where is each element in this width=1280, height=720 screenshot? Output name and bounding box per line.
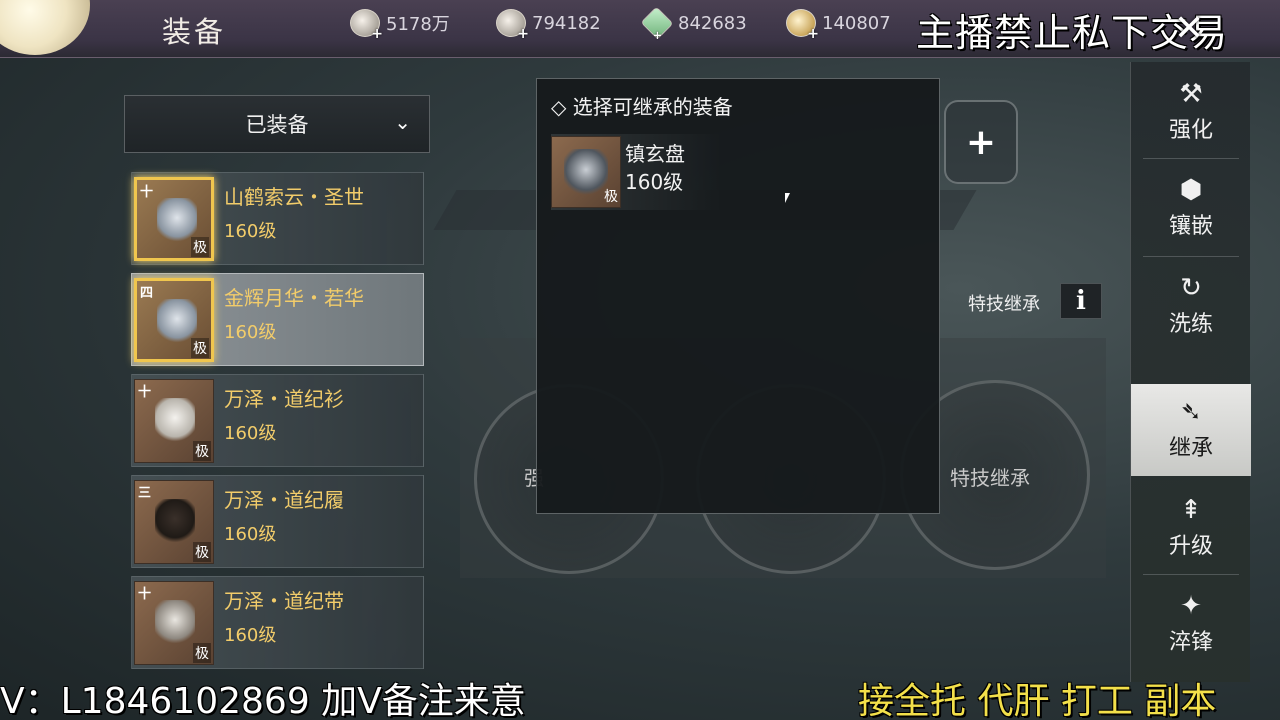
tier-badge: 四 xyxy=(140,286,154,301)
equipment-level: 160级 xyxy=(224,625,277,646)
equipped-filter-dropdown[interactable]: 已装备 ⌄ xyxy=(124,95,430,153)
moon-decoration xyxy=(0,0,90,55)
equipment-level: 160级 xyxy=(224,322,277,343)
refine-icon: ↻ xyxy=(1180,273,1202,303)
weapon-icon xyxy=(157,198,197,242)
sidebar-divider xyxy=(1143,158,1239,159)
robe-icon xyxy=(155,398,195,442)
currency-jade[interactable]: 842683 xyxy=(640,6,747,40)
page-title: 装备 xyxy=(162,15,227,49)
sidebar-item-upgrade[interactable]: ⇞ 升级 xyxy=(1131,482,1251,574)
sidebar-item-label: 继承 xyxy=(1168,436,1213,461)
sidebar-item-label: 淬锋 xyxy=(1168,630,1213,655)
currency-value: 140807 xyxy=(822,12,891,34)
boots-icon xyxy=(155,499,195,543)
equipment-name: 镇玄盘 xyxy=(625,142,685,166)
silver-ingot-icon xyxy=(496,9,529,42)
grade-badge: 极 xyxy=(193,542,211,562)
chevron-down-icon: ⌄ xyxy=(394,110,411,134)
info-icon[interactable]: i xyxy=(1060,283,1102,319)
filter-label: 已装备 xyxy=(245,113,309,137)
list-item[interactable]: 十 极 万泽・道纪带 160级 xyxy=(131,576,424,669)
equipment-name: 金辉月华・若华 xyxy=(224,286,364,310)
tier-badge: 十 xyxy=(138,587,152,602)
gold-ingot-icon xyxy=(786,9,819,42)
sidebar: ⚒ 强化 ⬢ 镶嵌 ↻ 洗练 ➴ 继承 ⇞ 升级 ✦ 淬锋 xyxy=(1130,62,1251,682)
currency-value: 842683 xyxy=(678,12,747,34)
mouse-cursor-icon xyxy=(785,193,790,203)
add-equipment-slot[interactable]: + xyxy=(944,100,1018,184)
sidebar-item-label: 洗练 xyxy=(1168,312,1213,337)
belt-icon xyxy=(155,600,195,644)
stream-service-overlay: 接全托 代肝 打工 副本 xyxy=(858,681,1217,720)
currency-value: 5178万 xyxy=(386,14,450,35)
sidebar-divider xyxy=(1143,574,1239,575)
popup-equipment-entry[interactable]: 极 镇玄盘 160级 xyxy=(551,134,721,210)
popup-title: ◇ 选择可继承的装备 xyxy=(551,95,733,119)
hammer-icon: ⚒ xyxy=(1179,79,1203,109)
coin-icon xyxy=(350,9,383,42)
tier-badge: 三 xyxy=(138,486,152,501)
sidebar-item-label: 镶嵌 xyxy=(1168,214,1213,239)
sidebar-item-label: 升级 xyxy=(1168,534,1213,559)
equipment-thumbnail: 十 极 xyxy=(134,177,214,261)
currency-gold[interactable]: 140807 xyxy=(786,8,891,42)
equipment-list: 十 极 山鹤索云・圣世 160级 四 极 金辉月华・若华 160级 十 极 万泽… xyxy=(131,172,424,677)
equipment-thumbnail: 三 极 xyxy=(134,480,214,564)
equipment-name: 万泽・道纪衫 xyxy=(224,387,344,411)
close-icon[interactable]: ✕ xyxy=(1174,8,1204,49)
grade-badge: 极 xyxy=(193,441,211,461)
disc-icon xyxy=(564,149,608,195)
upgrade-icon: ⇞ xyxy=(1180,495,1202,525)
sidebar-item-enhance[interactable]: ⚒ 强化 xyxy=(1131,66,1251,158)
list-item[interactable]: 十 极 山鹤索云・圣世 160级 xyxy=(131,172,424,265)
grade-badge: 极 xyxy=(193,643,211,663)
equipment-level: 160级 xyxy=(224,524,277,545)
special-inherit-label: 特技继承 xyxy=(968,294,1040,315)
equipment-name: 万泽・道纪履 xyxy=(224,488,344,512)
circle-right-label: 特技继承 xyxy=(950,466,1030,490)
currency-coin[interactable]: 5178万 xyxy=(350,8,450,42)
tier-badge: 十 xyxy=(138,385,152,400)
stream-contact-overlay: V：L1846102869 加V备注来意 xyxy=(0,681,526,720)
sidebar-item-temper[interactable]: ✦ 淬锋 xyxy=(1131,578,1251,670)
equipment-thumbnail: 十 极 xyxy=(134,379,214,463)
currency-value: 794182 xyxy=(532,12,601,34)
list-item[interactable]: 十 极 万泽・道纪衫 160级 xyxy=(131,374,424,467)
grade-badge: 极 xyxy=(191,338,209,358)
tier-badge: 十 xyxy=(140,185,154,200)
list-item[interactable]: 四 极 金辉月华・若华 160级 xyxy=(131,273,424,366)
equipment-thumbnail: 极 xyxy=(551,136,621,208)
grade-badge: 极 xyxy=(191,237,209,257)
top-bar: 装备 5178万 794182 842683 140807 主播禁止私下交易 ✕ xyxy=(0,0,1280,58)
equipment-thumbnail: 十 极 xyxy=(134,581,214,665)
equipment-thumbnail: 四 极 xyxy=(134,278,214,362)
equipment-name: 山鹤索云・圣世 xyxy=(224,185,364,209)
sidebar-divider xyxy=(1143,256,1239,257)
select-inherit-popup: ◇ 选择可继承的装备 极 镇玄盘 160级 xyxy=(536,78,940,514)
temper-icon: ✦ xyxy=(1180,591,1202,621)
sidebar-item-inlay[interactable]: ⬢ 镶嵌 xyxy=(1131,162,1251,254)
list-item[interactable]: 三 极 万泽・道纪履 160级 xyxy=(131,475,424,568)
socket-icon: ⬢ xyxy=(1179,175,1203,205)
equipment-name: 万泽・道纪带 xyxy=(224,589,344,613)
sidebar-item-label: 强化 xyxy=(1168,118,1213,143)
equipment-level: 160级 xyxy=(224,423,277,444)
equipment-level: 160级 xyxy=(625,170,684,194)
currency-silver[interactable]: 794182 xyxy=(496,8,601,42)
sidebar-item-inherit[interactable]: ➴ 继承 xyxy=(1131,384,1251,476)
inherit-icon: ➴ xyxy=(1180,397,1202,427)
equipment-level: 160级 xyxy=(224,221,277,242)
jade-icon xyxy=(640,6,674,40)
accessory-icon xyxy=(157,299,197,343)
sidebar-item-refine[interactable]: ↻ 洗练 xyxy=(1131,260,1251,352)
grade-badge: 极 xyxy=(604,189,618,205)
